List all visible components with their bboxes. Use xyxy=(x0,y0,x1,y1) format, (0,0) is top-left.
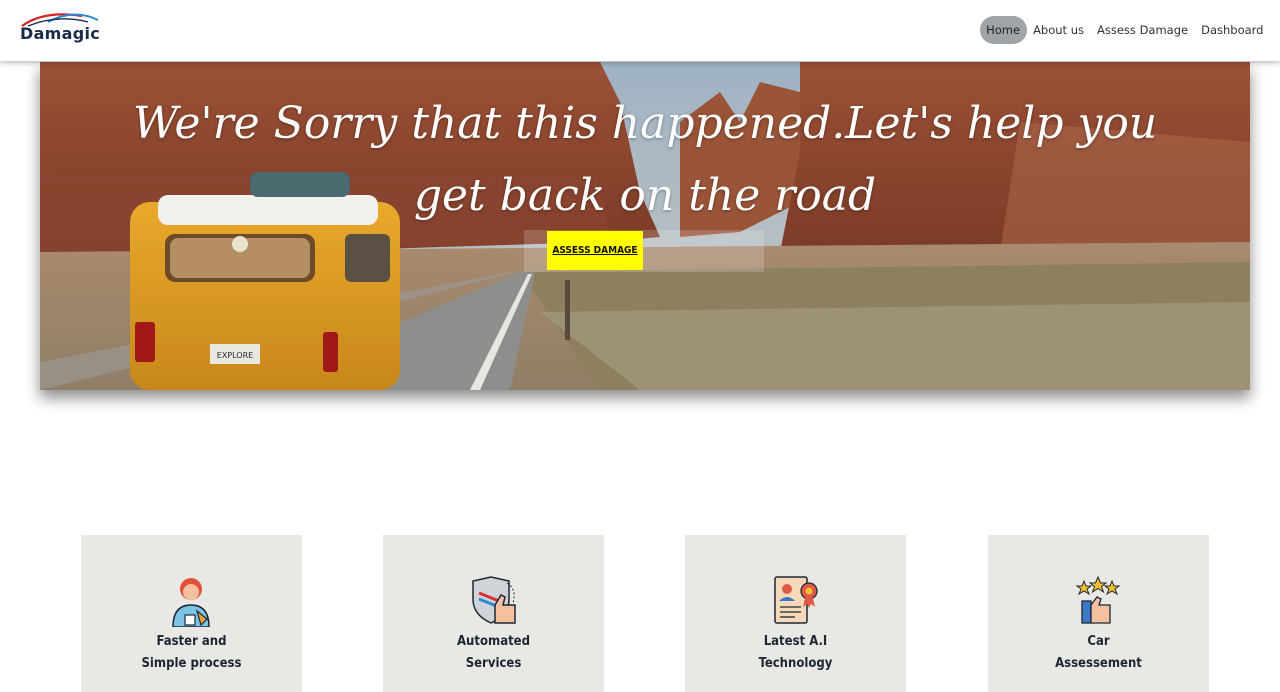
nav-assess-damage[interactable]: Assess Damage xyxy=(1091,16,1195,44)
main-nav: Home About us Assess Damage Dashboard xyxy=(979,16,1270,44)
brand-name: Damagic xyxy=(20,24,101,43)
feature-label: Automated Services xyxy=(457,634,530,671)
navbar: Damagic Home About us Assess Damage Dash… xyxy=(0,0,1280,61)
shield-thumbs-up-icon xyxy=(472,576,516,624)
nav-home[interactable]: Home xyxy=(979,16,1027,44)
feature-card-ai: Latest A.I Technology xyxy=(685,535,906,692)
van-plate-text: EXPLORE xyxy=(217,351,253,360)
feature-label: Faster and Simple process xyxy=(141,634,242,671)
nav-about-us[interactable]: About us xyxy=(1027,16,1091,44)
hero-banner: EXPLORE We're Sorry that this happened.L… xyxy=(40,62,1250,390)
star-rating-icon xyxy=(1075,575,1121,624)
certificate-icon xyxy=(774,576,818,624)
feature-card-automated: Automated Services xyxy=(383,535,604,692)
person-icon xyxy=(172,578,210,627)
feature-card-faster: Faster and Simple process xyxy=(81,535,302,692)
feature-label: Car Assessement xyxy=(1055,634,1142,671)
feature-label: Latest A.I Technology xyxy=(758,634,833,671)
hero-title: We're Sorry that this happened.Let's hel… xyxy=(132,98,1158,221)
feature-card-assessment: Car Assessement xyxy=(988,535,1209,692)
brand-logo[interactable]: Damagic xyxy=(18,10,102,44)
nav-dashboard[interactable]: Dashboard xyxy=(1195,16,1270,44)
assess-damage-button[interactable]: ASSESS DAMAGE xyxy=(547,231,643,270)
